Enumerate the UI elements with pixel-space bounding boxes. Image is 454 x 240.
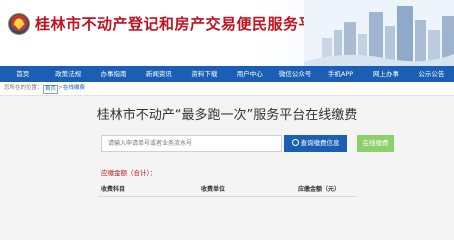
site-header: 桂林市不动产登记和房产交易便民服务平台 <box>0 0 454 66</box>
breadcrumb-home-link[interactable]: 首页 <box>43 85 59 94</box>
emblem-logo-icon[interactable] <box>8 13 30 35</box>
breadcrumb-separator: > <box>58 85 63 91</box>
breadcrumb-prefix: 您所在的位置： <box>4 85 43 91</box>
nav-item-user-center[interactable]: 用户中心 <box>227 66 272 82</box>
nav-item-wechat[interactable]: 微信公众号 <box>272 66 317 82</box>
nav-item-home[interactable]: 首页 <box>0 66 45 82</box>
nav-item-policies[interactable]: 政策法规 <box>45 66 90 82</box>
main-nav: 首页 政策法规 办事指南 新闻资讯 资料下载 用户中心 微信公众号 手机APP … <box>0 66 454 82</box>
query-payment-label: 查询缴费信息 <box>300 139 340 147</box>
site-title: 桂林市不动产登记和房产交易便民服务平台 <box>35 15 330 33</box>
column-amount-due: 应缴金额（元） <box>298 186 341 193</box>
amount-due-text: 应缴金额（合计） <box>101 169 150 177</box>
breadcrumb: 您所在的位置： 首页 > 在线缴费 <box>0 82 454 96</box>
nav-item-online-services[interactable]: 网上办事 <box>363 66 408 82</box>
nav-item-mobile-app[interactable]: 手机APP <box>318 66 363 82</box>
page-title: 桂林市不动产“最多跑一次”服务平台在线缴费 <box>96 108 358 123</box>
column-fee-unit: 收费单位 <box>201 186 226 193</box>
breadcrumb-current: 在线缴费 <box>63 85 86 91</box>
amount-due-label: 应缴金额（合计）： <box>101 167 156 177</box>
online-pay-button[interactable]: 在线缴费 <box>357 135 394 152</box>
search-input[interactable] <box>101 135 282 152</box>
query-payment-button[interactable]: 查询缴费信息 <box>284 135 347 152</box>
nav-item-announcements[interactable]: 公示公告 <box>409 66 454 82</box>
nav-item-downloads[interactable]: 资料下载 <box>182 66 227 82</box>
column-fee-item: 收费科目 <box>101 186 126 193</box>
fee-table-header: 收费科目 收费单位 应缴金额（元） <box>98 184 356 197</box>
city-skyline-image <box>304 0 454 66</box>
nav-item-news[interactable]: 新闻资讯 <box>136 66 181 82</box>
search-icon <box>291 139 299 146</box>
amount-due-colon: ： <box>149 169 157 177</box>
nav-item-guide[interactable]: 办事指南 <box>91 66 136 82</box>
